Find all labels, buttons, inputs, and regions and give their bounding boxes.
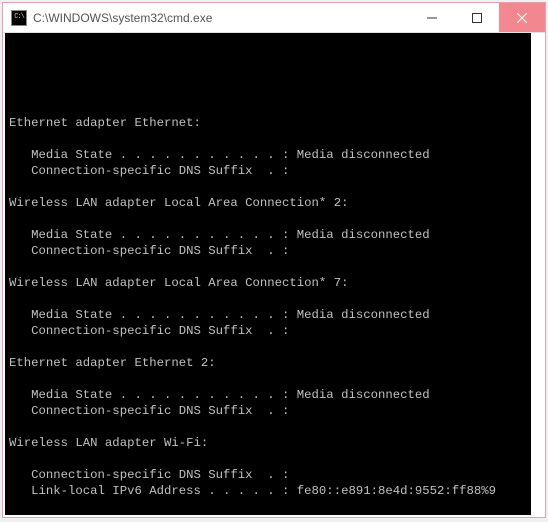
adapter-header: Wireless LAN adapter Local Area Connecti… [9,195,531,211]
adapter-row: IPv4 Address. . . . . . . . . . . : 192.… [9,515,531,517]
titlebar[interactable]: C:\ C:\WINDOWS\system32\cmd.exe [3,3,545,33]
adapter-row: Connection-specific DNS Suffix . : [9,403,531,419]
adapter-header: Wireless LAN adapter Wi-Fi: [9,435,531,451]
cmd-icon: C:\ [11,10,27,26]
adapter-row: Connection-specific DNS Suffix . : [9,467,531,483]
terminal-output[interactable]: Ethernet adapter Ethernet: Media State .… [3,33,545,517]
adapter-row: Link-local IPv6 Address . . . . . : fe80… [9,483,531,499]
adapter-row: Media State . . . . . . . . . . . : Medi… [9,307,531,323]
adapter-row: Media State . . . . . . . . . . . : Medi… [9,227,531,243]
adapter-row: Connection-specific DNS Suffix . : [9,243,531,259]
adapter-header: Ethernet adapter Ethernet 2: [9,355,531,371]
adapter-header: Ethernet adapter Ethernet: [9,115,531,131]
adapter-row: Connection-specific DNS Suffix . : [9,163,531,179]
blank-line [9,371,531,387]
minimize-button[interactable] [409,3,454,32]
adapter-row [9,499,531,515]
window-controls [409,3,545,32]
adapter-row: Media State . . . . . . . . . . . : Medi… [9,147,531,163]
blank-line [9,419,531,435]
blank-line [9,259,531,275]
window-title: C:\WINDOWS\system32\cmd.exe [33,11,409,25]
blank-line [9,291,531,307]
blank-line [9,451,531,467]
blank-line [9,339,531,355]
blank-line [9,131,531,147]
maximize-button[interactable] [454,3,499,32]
cmd-window: C:\ C:\WINDOWS\system32\cmd.exe Ethernet… [2,2,546,518]
adapter-row: Media State . . . . . . . . . . . : Medi… [9,387,531,403]
blank-line [9,211,531,227]
adapter-row: Connection-specific DNS Suffix . : [9,323,531,339]
close-button[interactable] [499,3,545,32]
adapter-header: Wireless LAN adapter Local Area Connecti… [9,275,531,291]
blank-line [9,179,531,195]
